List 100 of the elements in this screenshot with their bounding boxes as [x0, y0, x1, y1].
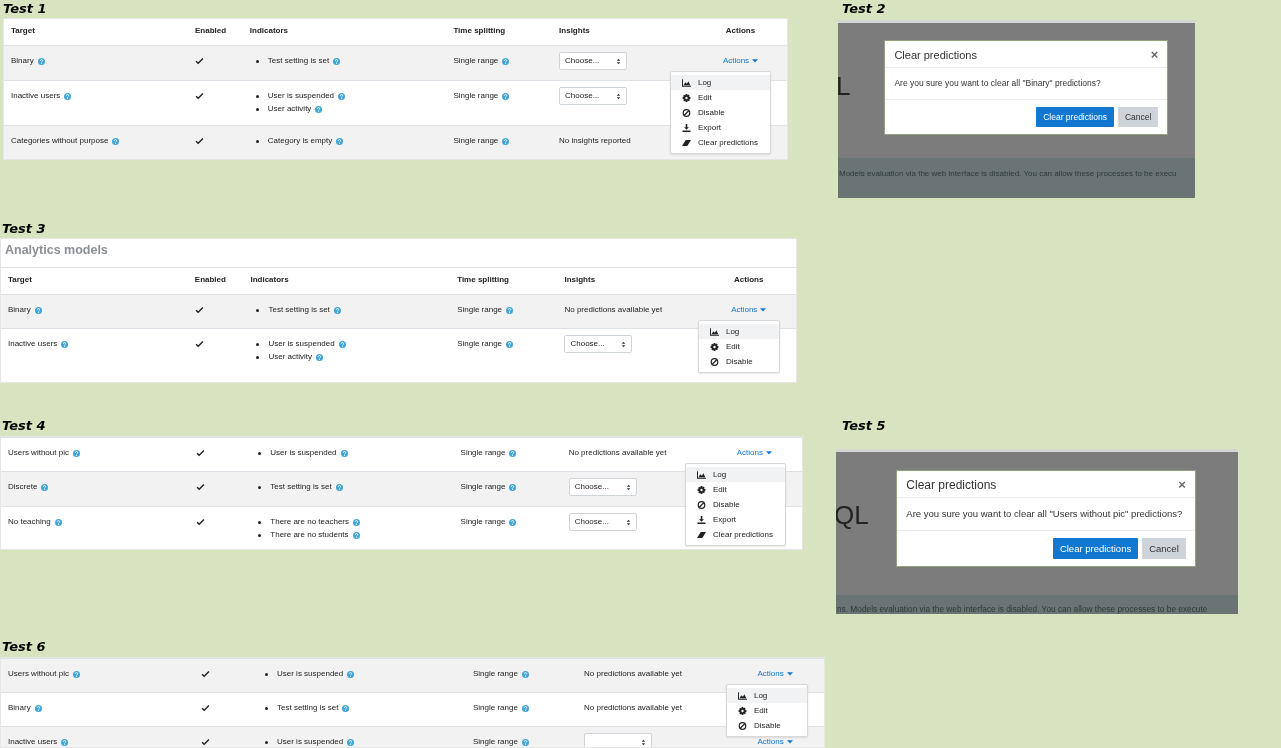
select-arrows-icon	[621, 340, 627, 348]
help-icon[interactable]	[72, 670, 80, 678]
help-icon[interactable]	[521, 738, 529, 746]
menu-item[interactable]: Disable	[670, 105, 770, 120]
target-name: No teaching	[8, 516, 51, 528]
menu-item[interactable]: Disable	[685, 497, 785, 512]
help-icon[interactable]	[506, 306, 514, 314]
help-icon[interactable]	[502, 57, 510, 65]
indicator-name: Test setting is set	[268, 304, 330, 316]
actions-link[interactable]: Actions	[757, 736, 793, 747]
page-title-fragment: L	[838, 71, 851, 102]
indicator-name: Category is empty	[267, 135, 333, 147]
indicator-name: There are no teachers	[270, 516, 349, 528]
menu-item[interactable]: Disable	[698, 354, 779, 369]
menu-item[interactable]: Disable	[726, 718, 807, 733]
column-header: Actions	[734, 274, 764, 286]
target-name: Inactive users	[8, 736, 58, 747]
help-icon[interactable]	[502, 137, 510, 145]
area-chart-icon	[681, 78, 691, 87]
bullet-dot	[258, 520, 262, 524]
help-icon[interactable]	[54, 518, 62, 526]
menu-item[interactable]: Log	[726, 688, 807, 703]
help-icon[interactable]	[333, 57, 341, 65]
insights-select[interactable]: Choose...	[559, 87, 628, 105]
actions-link[interactable]: Actions	[757, 668, 793, 680]
column-header: Target	[11, 25, 35, 37]
help-icon[interactable]	[61, 738, 69, 746]
clear-predictions-button[interactable]: Clear predictions	[1052, 538, 1139, 559]
help-icon[interactable]	[347, 670, 355, 678]
test-label: Test 5	[842, 418, 886, 433]
help-icon[interactable]	[509, 518, 517, 526]
eraser-icon	[696, 530, 706, 539]
insights-select[interactable]: Choose...	[559, 52, 628, 70]
help-icon[interactable]	[521, 670, 529, 678]
target-name: Binary	[8, 304, 31, 316]
menu-item[interactable]: Log	[685, 467, 785, 482]
help-icon[interactable]	[34, 306, 42, 314]
indicator-name: User is suspended	[268, 338, 335, 350]
target-name: Users without pic	[8, 447, 69, 459]
help-icon[interactable]	[61, 340, 69, 348]
help-icon[interactable]	[347, 738, 355, 746]
actions-link[interactable]: Actions	[722, 55, 759, 67]
help-icon[interactable]	[506, 340, 514, 348]
bullet-dot	[265, 740, 268, 744]
help-icon[interactable]	[353, 518, 360, 526]
menu-item[interactable]: Edit	[726, 703, 807, 718]
actions-link[interactable]: Actions	[736, 447, 772, 459]
help-icon[interactable]	[41, 483, 49, 491]
help-icon[interactable]	[333, 306, 341, 314]
cancel-button[interactable]: Cancel	[1142, 538, 1186, 559]
help-icon[interactable]	[352, 531, 360, 539]
help-icon[interactable]	[37, 57, 45, 65]
help-icon[interactable]	[315, 105, 323, 113]
menu-item[interactable]: Clear predictions	[685, 527, 785, 542]
indicator-name: User is suspended	[267, 90, 335, 102]
gear-icon	[709, 342, 719, 351]
help-icon[interactable]	[502, 92, 510, 100]
download-icon	[696, 515, 706, 524]
menu-item[interactable]: Export	[685, 512, 785, 527]
menu-item[interactable]: Edit	[670, 90, 770, 105]
insights-status: No predictions available yet	[584, 668, 682, 680]
insights-select[interactable]: Choose...	[564, 335, 633, 353]
help-icon[interactable]	[316, 353, 323, 361]
help-icon[interactable]	[509, 449, 517, 457]
insights-select[interactable]: Choose...	[568, 513, 637, 531]
time-splitting-name: Single range	[457, 338, 503, 350]
indicator-name: Test setting is set	[267, 55, 330, 67]
menu-item[interactable]: Log	[698, 324, 779, 339]
help-icon[interactable]	[335, 483, 343, 491]
menu-item[interactable]: Edit	[685, 482, 785, 497]
test-label: Test 3	[2, 221, 46, 236]
help-icon[interactable]	[72, 449, 80, 457]
close-button[interactable]: ×	[1178, 477, 1186, 492]
dialog-message: Are you sure you want to clear all "Binary" predictions?	[894, 78, 1101, 88]
help-icon[interactable]	[34, 704, 42, 712]
help-icon[interactable]	[64, 92, 72, 100]
menu-item[interactable]: Clear predictions	[670, 135, 770, 150]
help-icon[interactable]	[336, 137, 344, 145]
clear-predictions-button[interactable]: Clear predictions	[1036, 107, 1114, 127]
actions-link[interactable]: Actions	[731, 304, 767, 316]
menu-item[interactable]: Edit	[698, 339, 779, 354]
help-icon[interactable]	[342, 704, 350, 712]
bullet-dot	[255, 94, 259, 98]
help-icon[interactable]	[112, 137, 120, 145]
time-splitting-name: Single range	[453, 90, 499, 102]
help-icon[interactable]	[521, 704, 529, 712]
prohibited-icon	[681, 108, 691, 117]
help-icon[interactable]	[338, 92, 346, 100]
help-icon[interactable]	[509, 483, 517, 491]
close-button[interactable]: ×	[1150, 47, 1159, 62]
menu-item[interactable]: Log	[670, 75, 770, 90]
help-icon[interactable]	[338, 340, 346, 348]
test-label: Test 2	[842, 1, 886, 16]
cancel-button[interactable]: Cancel	[1117, 107, 1159, 127]
insights-select[interactable]: Choose...	[568, 478, 637, 496]
help-icon[interactable]	[340, 449, 348, 457]
menu-item[interactable]: Export	[670, 120, 770, 135]
time-splitting-name: Single range	[472, 702, 518, 714]
area-chart-icon	[709, 327, 719, 336]
insights-select[interactable]	[584, 733, 653, 747]
